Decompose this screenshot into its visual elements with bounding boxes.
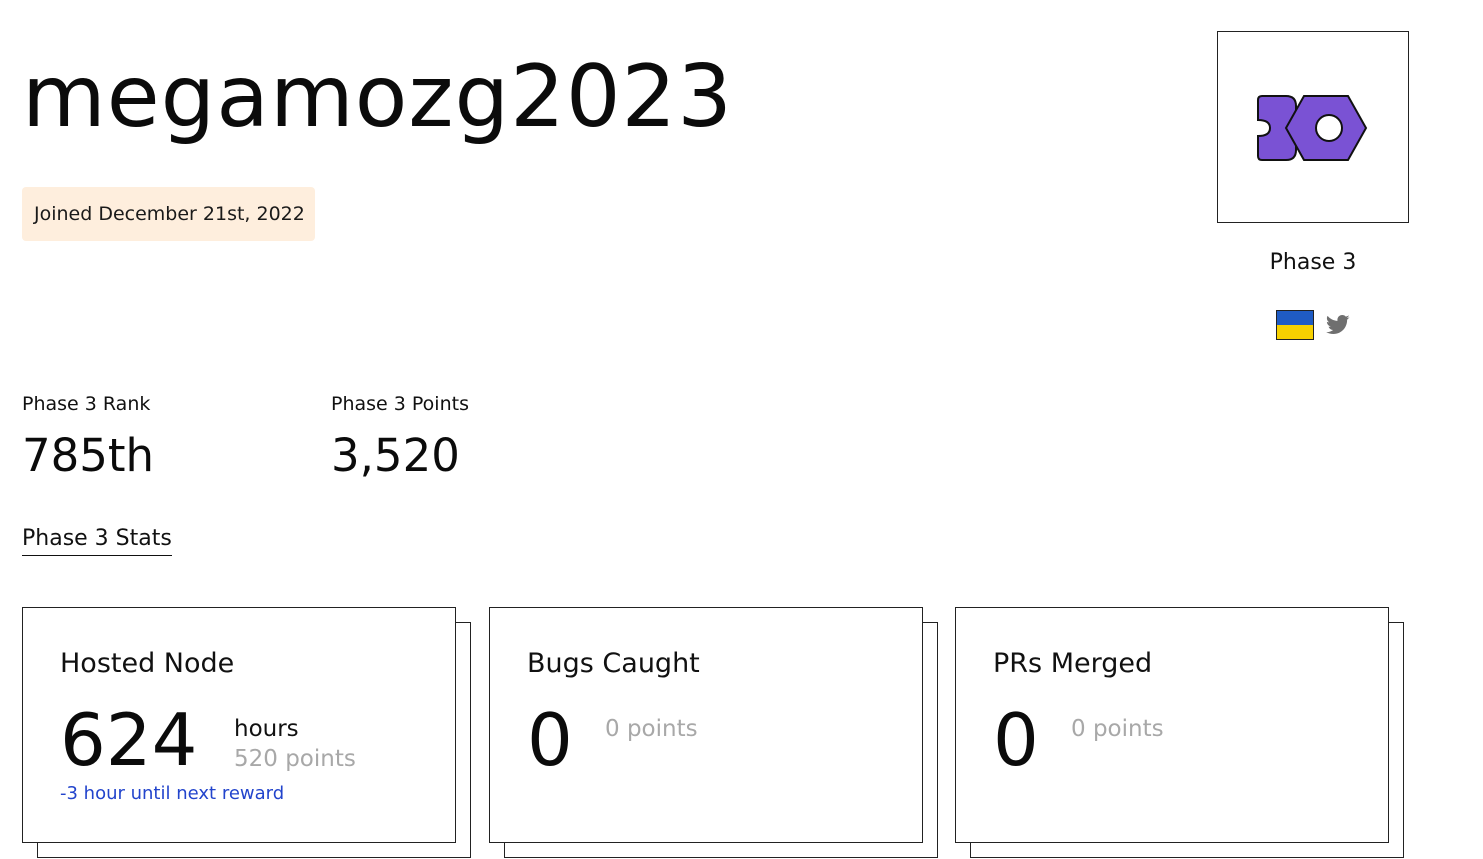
ukraine-flag-icon xyxy=(1276,310,1314,340)
points-label: Phase 3 Points xyxy=(331,393,469,415)
rank-value: 785th xyxy=(22,429,155,482)
card-points: 0 points xyxy=(1071,716,1164,742)
phase-label: Phase 3 xyxy=(1269,250,1357,275)
card-points: 520 points xyxy=(234,746,356,772)
card-title: Hosted Node xyxy=(60,648,235,679)
card-body: Bugs Caught 0 0 points xyxy=(489,607,923,843)
card-unit: hours xyxy=(234,716,299,742)
rank-stat: Phase 3 Rank 785th xyxy=(22,393,154,482)
card-body: PRs Merged 0 0 points xyxy=(955,607,1389,843)
next-reward-text: -3 hour until next reward xyxy=(60,783,285,804)
card-bugs-caught: Bugs Caught 0 0 points xyxy=(489,607,938,859)
points-stat: Phase 3 Points 3,520 xyxy=(331,393,469,482)
flag-blue-band xyxy=(1277,311,1313,325)
card-hosted-node: Hosted Node 624 hours 520 points -3 hour… xyxy=(22,607,471,859)
card-title: Bugs Caught xyxy=(527,648,700,679)
social-links xyxy=(1276,310,1350,340)
card-points: 0 points xyxy=(605,716,698,742)
joined-date-badge: Joined December 21st, 2022 xyxy=(22,187,315,241)
card-prs-merged: PRs Merged 0 0 points xyxy=(955,607,1404,859)
card-value: 0 xyxy=(993,698,1039,782)
card-value: 624 xyxy=(60,698,198,782)
username-title: megamozg2023 xyxy=(22,47,733,147)
tab-phase-3-stats[interactable]: Phase 3 Stats xyxy=(22,526,172,556)
avatar xyxy=(1217,31,1409,223)
card-value: 0 xyxy=(527,698,573,782)
points-value: 3,520 xyxy=(331,429,460,482)
card-body: Hosted Node 624 hours 520 points -3 hour… xyxy=(22,607,456,843)
flag-yellow-band xyxy=(1277,325,1313,339)
rank-label: Phase 3 Rank xyxy=(22,393,151,415)
twitter-icon[interactable] xyxy=(1326,314,1350,336)
logo-icon xyxy=(1257,95,1368,161)
card-title: PRs Merged xyxy=(993,648,1153,679)
